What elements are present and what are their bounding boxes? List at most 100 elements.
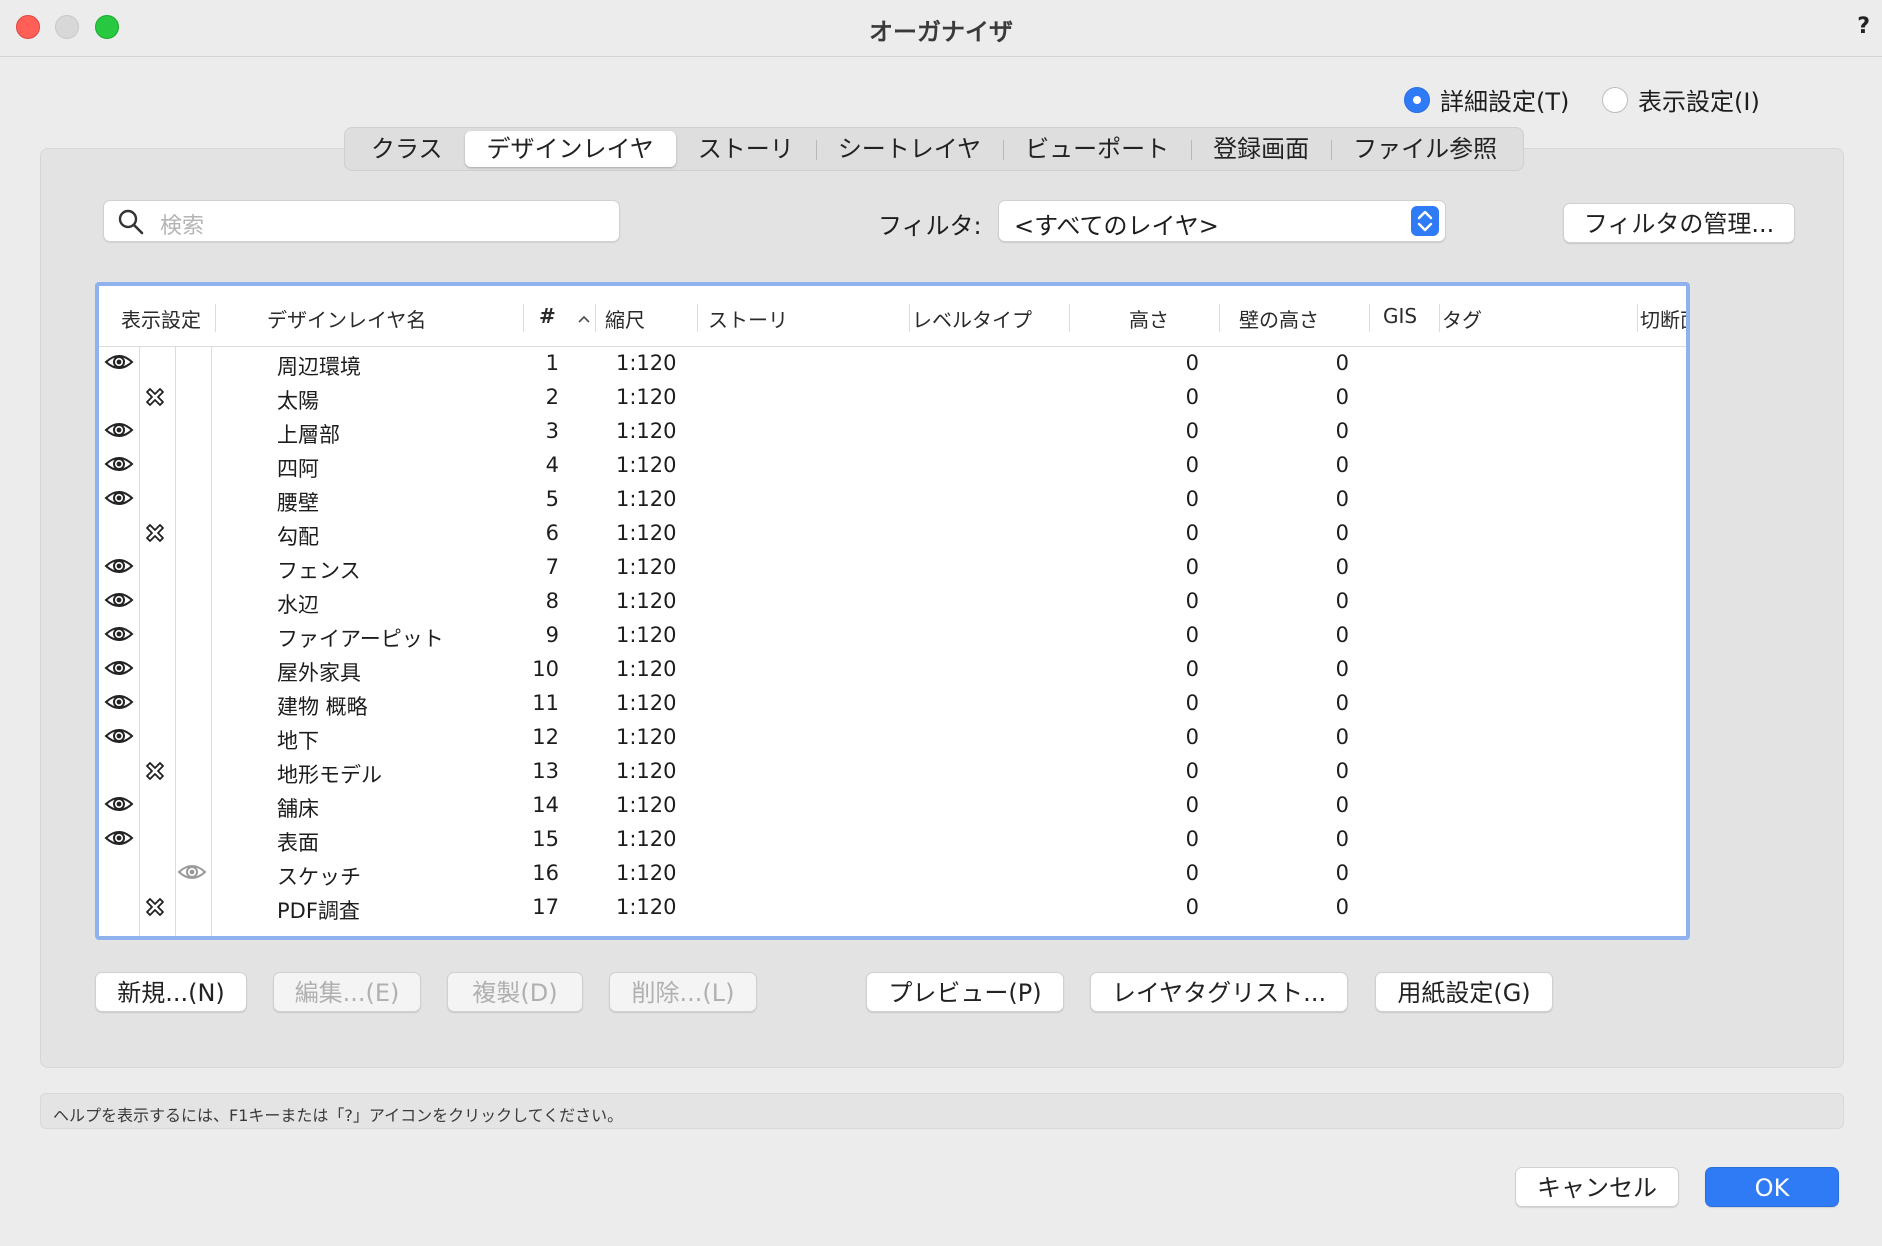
col-scale[interactable]: 縮尺 — [605, 304, 645, 333]
layer-scale-cell: 1:120 — [616, 419, 677, 443]
col-wall-height[interactable]: 壁の高さ — [1239, 304, 1319, 333]
duplicate-layer-button[interactable]: 複製(D) — [447, 972, 583, 1012]
eye-visible-icon[interactable] — [104, 420, 134, 444]
tab-saved-views[interactable]: 登録画面 — [1191, 131, 1331, 167]
layer-height-cell: 0 — [1185, 691, 1199, 715]
layer-height-cell: 0 — [1185, 827, 1199, 851]
layer-scale-cell: 1:120 — [616, 555, 677, 579]
eye-visible-icon[interactable] — [104, 828, 134, 852]
col-story[interactable]: ストーリ — [708, 304, 788, 333]
manage-filters-button[interactable]: フィルタの管理... — [1563, 203, 1795, 243]
mode-radio-display[interactable]: 表示設定(I) — [1602, 82, 1760, 117]
eye-visible-icon[interactable] — [104, 726, 134, 750]
help-icon[interactable]: ? — [1857, 14, 1870, 39]
layer-wall-height-cell: 0 — [1335, 419, 1349, 443]
col-number[interactable]: # — [539, 304, 556, 328]
layer-name-cell: 水辺 — [277, 593, 319, 617]
table-row[interactable]: 勾配 6 1:120 0 0 — [99, 516, 1686, 550]
radio-unselected-icon — [1602, 86, 1628, 113]
hidden-cross-icon[interactable] — [143, 895, 167, 923]
table-row[interactable]: 舗床 14 1:120 0 0 — [99, 788, 1686, 822]
eye-visible-icon[interactable] — [104, 454, 134, 478]
eye-visible-icon[interactable] — [104, 488, 134, 512]
table-row[interactable]: 地形モデル 13 1:120 0 0 — [99, 754, 1686, 788]
layer-scale-cell: 1:120 — [616, 453, 677, 477]
hidden-cross-icon[interactable] — [143, 521, 167, 549]
preview-button[interactable]: プレビュー(P) — [866, 972, 1064, 1012]
filter-label: フィルタ: — [878, 212, 982, 240]
table-row[interactable]: 太陽 2 1:120 0 0 — [99, 380, 1686, 414]
layer-name-cell: 勾配 — [277, 525, 319, 549]
eye-grayed-icon[interactable] — [177, 862, 207, 886]
eye-visible-icon[interactable] — [104, 352, 134, 376]
layer-number-cell: 10 — [532, 657, 559, 681]
tab-bar: クラス デザインレイヤ ストーリ シートレイヤ ビューポート 登録画面 ファイル… — [344, 127, 1525, 171]
layer-wall-height-cell: 0 — [1335, 521, 1349, 545]
mode-radio-detail[interactable]: 詳細設定(T) — [1404, 82, 1569, 117]
col-name[interactable]: デザインレイヤ名 — [267, 304, 426, 333]
layer-number-cell: 8 — [545, 589, 559, 613]
table-row[interactable]: 四阿 4 1:120 0 0 — [99, 448, 1686, 482]
col-gis[interactable]: GIS — [1383, 304, 1417, 328]
layer-height-cell: 0 — [1185, 861, 1199, 885]
eye-visible-icon[interactable] — [104, 692, 134, 716]
new-layer-button[interactable]: 新規...(N) — [95, 972, 247, 1012]
edit-layer-button[interactable]: 編集...(E) — [273, 972, 421, 1012]
layer-name-cell: 上層部 — [277, 423, 340, 447]
table-row[interactable]: 周辺環境 1 1:120 0 0 — [99, 346, 1686, 380]
eye-visible-icon[interactable] — [104, 590, 134, 614]
help-status-bar: ヘルプを表示するには、F1キーまたは「?」アイコンをクリックしてください。 — [40, 1093, 1844, 1129]
ok-button[interactable]: OK — [1705, 1167, 1839, 1207]
tab-sheet-layer[interactable]: シートレイヤ — [815, 131, 1003, 167]
sort-ascending-icon — [578, 315, 590, 323]
filter-select[interactable]: <すべてのレイヤ> — [998, 200, 1446, 242]
table-row[interactable]: スケッチ 16 1:120 0 0 — [99, 856, 1686, 890]
hidden-cross-icon[interactable] — [143, 385, 167, 413]
layer-name-cell: 周辺環境 — [277, 355, 361, 379]
page-setup-button[interactable]: 用紙設定(G) — [1375, 972, 1553, 1012]
cancel-button[interactable]: キャンセル — [1515, 1167, 1679, 1207]
col-height[interactable]: 高さ — [1129, 304, 1169, 333]
table-row[interactable]: 水辺 8 1:120 0 0 — [99, 584, 1686, 618]
table-row[interactable]: 地下 12 1:120 0 0 — [99, 720, 1686, 754]
tab-story[interactable]: ストーリ — [676, 131, 816, 167]
layer-height-cell: 0 — [1185, 521, 1199, 545]
tab-viewport[interactable]: ビューポート — [1003, 131, 1191, 167]
col-cut-plane[interactable]: 切断面 — [1640, 304, 1686, 333]
layer-scale-cell: 1:120 — [616, 793, 677, 817]
layer-name-cell: 表面 — [277, 831, 319, 855]
layer-number-cell: 5 — [545, 487, 559, 511]
table-row[interactable]: 建物 概略 11 1:120 0 0 — [99, 686, 1686, 720]
hidden-cross-icon[interactable] — [143, 759, 167, 787]
eye-visible-icon[interactable] — [104, 556, 134, 580]
layer-height-cell: 0 — [1185, 487, 1199, 511]
delete-layer-button[interactable]: 削除...(L) — [609, 972, 757, 1012]
table-row[interactable]: フェンス 7 1:120 0 0 — [99, 550, 1686, 584]
layer-wall-height-cell: 0 — [1335, 657, 1349, 681]
layer-tag-list-button[interactable]: レイヤタグリスト... — [1090, 972, 1348, 1012]
tab-class[interactable]: クラス — [349, 131, 465, 167]
col-visibility[interactable]: 表示設定 — [121, 304, 201, 333]
table-row[interactable]: ファイアーピット 9 1:120 0 0 — [99, 618, 1686, 652]
table-row[interactable]: 屋外家具 10 1:120 0 0 — [99, 652, 1686, 686]
layer-number-cell: 6 — [545, 521, 559, 545]
radio-label: 表示設定(I) — [1638, 88, 1760, 116]
layer-height-cell: 0 — [1185, 351, 1199, 375]
table-row[interactable]: 腰壁 5 1:120 0 0 — [99, 482, 1686, 516]
col-tag[interactable]: タグ — [1442, 304, 1482, 333]
tab-design-layer[interactable]: デザインレイヤ — [464, 131, 676, 167]
table-row[interactable]: 上層部 3 1:120 0 0 — [99, 414, 1686, 448]
layer-name-cell: 四阿 — [277, 457, 319, 481]
eye-visible-icon[interactable] — [104, 794, 134, 818]
eye-visible-icon[interactable] — [104, 624, 134, 648]
search-input[interactable]: 検索 — [103, 200, 620, 242]
layer-number-cell: 13 — [532, 759, 559, 783]
tab-references[interactable]: ファイル参照 — [1331, 131, 1519, 167]
chevron-updown-icon — [1411, 206, 1439, 236]
layer-wall-height-cell: 0 — [1335, 623, 1349, 647]
table-row[interactable]: 表面 15 1:120 0 0 — [99, 822, 1686, 856]
col-level-type[interactable]: レベルタイプ — [912, 304, 1032, 333]
table-row[interactable]: PDF調査 17 1:120 0 0 — [99, 890, 1686, 924]
eye-visible-icon[interactable] — [104, 658, 134, 682]
layer-number-cell: 7 — [545, 555, 559, 579]
